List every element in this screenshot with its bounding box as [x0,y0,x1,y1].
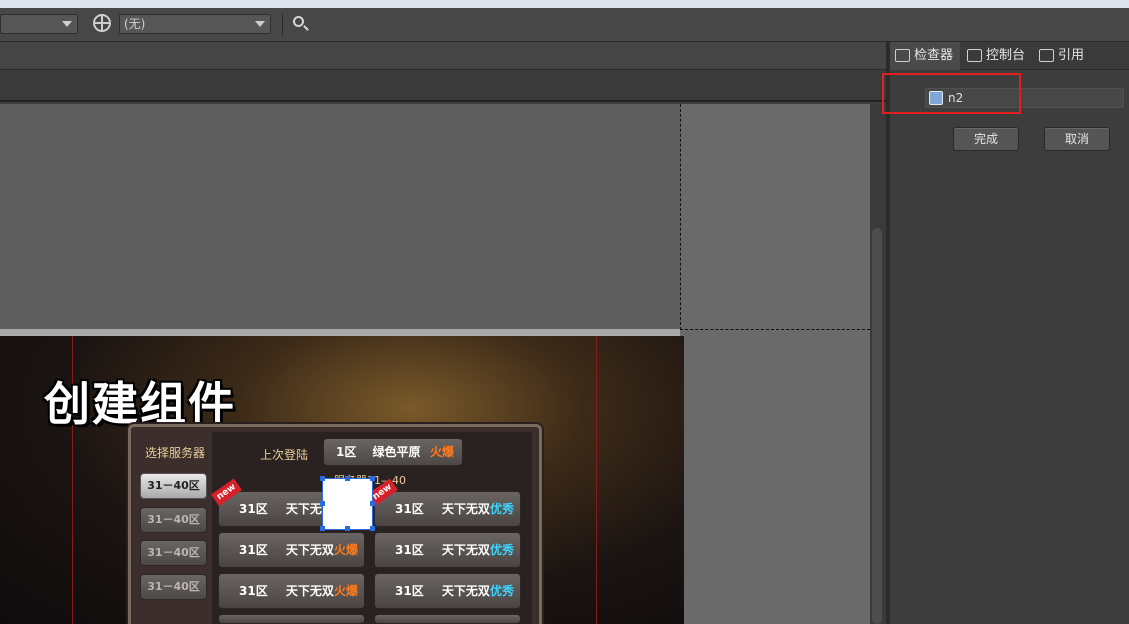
toolbar: (无) [0,8,1129,42]
server-zone: 31区 [239,584,268,598]
server-item[interactable]: 31区 天下无双 火爆 [218,573,365,609]
server-zone: 31区 [239,543,268,557]
resize-handle[interactable] [370,476,375,481]
resize-handle[interactable] [320,476,325,481]
server-name: 天下无双 [441,543,490,557]
window-top-edge [0,0,1129,8]
server-item[interactable]: 31区 天下无双 火爆 [218,532,365,568]
server-status: 火爆 [333,543,358,557]
selected-node-n2[interactable] [322,478,373,530]
chevron-down-icon [255,21,265,27]
server-status: 优秀 [489,502,514,516]
language-dropdown-value: (无) [124,17,146,31]
tab-console[interactable]: 控制台 [962,42,1034,70]
guide-line-horizontal [680,329,870,330]
last-login-status: 火爆 [429,445,454,459]
server-status: 优秀 [489,543,514,557]
last-login-label: 上次登陆 [260,448,309,462]
tab-references-label: 引用 [1058,48,1085,63]
tab-inspector[interactable]: 检查器 [890,42,960,70]
globe-icon[interactable] [93,14,111,32]
select-server-label: 选择服务器 [144,446,205,460]
canvas-scroll-thumb[interactable] [872,228,882,624]
server-group-button-1[interactable]: 31－40区 [140,473,207,499]
tab-references[interactable]: 引用 [1034,42,1094,70]
toolbar-divider [282,14,283,36]
last-login-server[interactable]: 1区 绿色平原 火爆 [323,438,463,466]
editor-ruler [0,70,886,102]
device-dropdown[interactable] [0,14,78,34]
resize-handle[interactable] [320,526,325,531]
server-status: 火爆 [333,584,358,598]
server-name: 天下无双 [441,584,490,598]
tab-inspector-label: 检查器 [914,48,954,63]
tab-console-label: 控制台 [986,48,1026,63]
language-dropdown[interactable]: (无) [119,14,271,34]
inspector-icon [895,49,910,62]
server-group-button-3[interactable]: 31－40区 [140,540,207,566]
resize-handle[interactable] [370,526,375,531]
server-item[interactable]: new 31区 天下无双 优秀 [366,478,521,527]
cancel-button[interactable]: 取消 [1044,127,1110,151]
chevron-down-icon [62,21,72,27]
server-group-button-2[interactable]: 31－40区 [140,507,207,533]
last-login-name: 绿色平原 [372,445,421,459]
server-name: 天下无双 [285,543,334,557]
guide-line-vertical [680,104,681,330]
server-status: 优秀 [489,584,514,598]
resize-handle[interactable] [320,501,325,506]
server-zone: 31区 [395,584,424,598]
resize-handle[interactable] [370,501,375,506]
server-item[interactable] [374,614,521,624]
server-zone: 31区 [395,543,424,557]
server-zone: 31区 [395,502,424,516]
reference-icon [1039,49,1054,62]
server-zone: 31区 [239,502,268,516]
search-icon[interactable] [293,16,309,31]
canvas-offscreen-area [680,104,870,624]
server-item[interactable]: 31区 天下无双 优秀 [374,532,521,568]
last-login-zone: 1区 [336,445,357,459]
server-item[interactable] [218,614,365,624]
server-group-button-4[interactable]: 31－40区 [140,574,207,600]
resize-handle[interactable] [345,476,350,481]
server-item[interactable]: 31区 天下无双 优秀 [374,573,521,609]
panel-tabbar: 检查器 控制台 引用 [890,42,1129,70]
highlight-box [882,73,1021,114]
game-frame-top [0,329,680,336]
done-button[interactable]: 完成 [953,127,1019,151]
safe-area-line-right [596,336,597,624]
editor-subbar [0,42,886,70]
monitor-icon [967,49,982,62]
server-name: 天下无双 [285,584,334,598]
server-name: 天下无双 [441,502,490,516]
resize-handle[interactable] [345,526,350,531]
